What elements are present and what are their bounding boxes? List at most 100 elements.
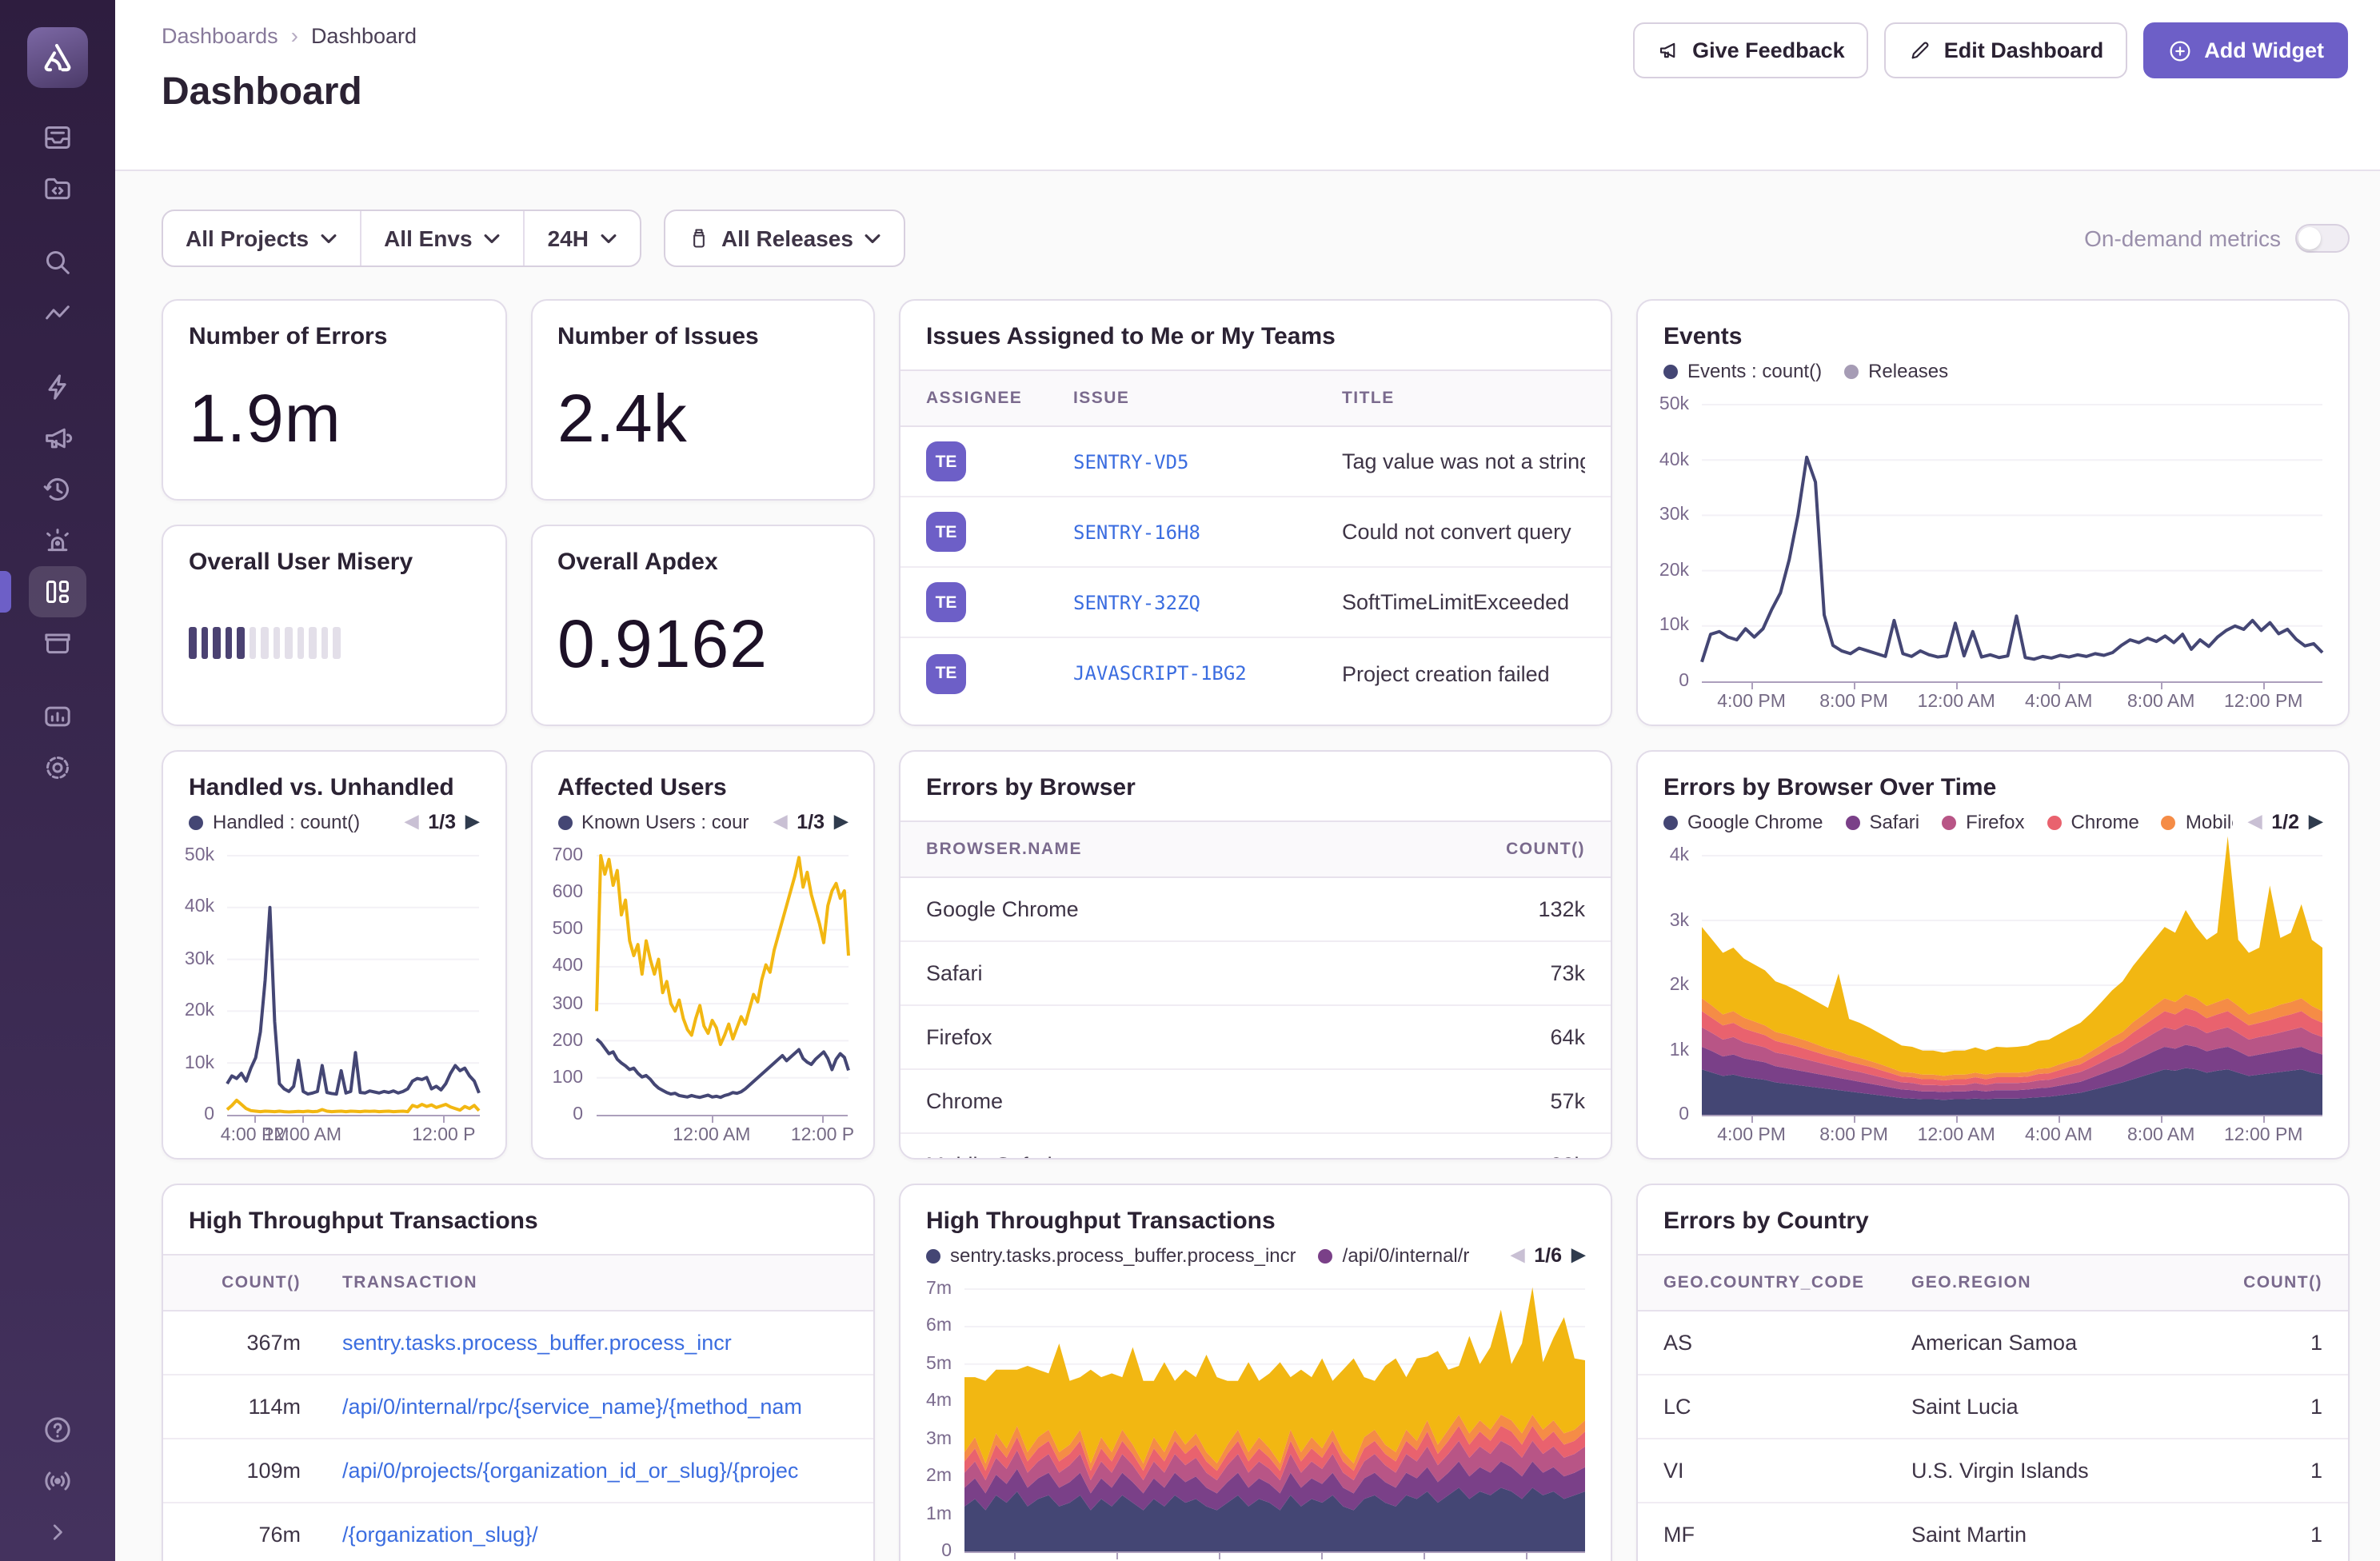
sidebar-item-alerts[interactable] [29,515,86,566]
widget-affected-users[interactable]: Affected Users Known Users : cour ◀ 1/3 … [530,750,875,1160]
widget-high-throughput-table[interactable]: High Throughput Transactions COUNT() TRA… [162,1184,875,1561]
sidebar-item-traces[interactable] [29,288,86,339]
legend-pager: ◀ 1/3 ▶ [405,811,479,833]
widget-title: Events [1663,323,1743,350]
chevron-down-icon [485,234,501,243]
sidebar-item-stats[interactable] [29,691,86,742]
legend-item-known-users[interactable]: Known Users : cour [557,811,749,833]
legend-item-firefox[interactable]: Firefox [1942,811,2025,833]
sidebar [0,0,115,1561]
sidebar-item-settings[interactable] [29,742,86,793]
widget-title: Overall Apdex [557,549,718,576]
breadcrumb-dashboards[interactable]: Dashboards [162,23,278,47]
legend-item-handled[interactable]: Handled : count() [189,811,360,833]
series-dot [1845,815,1860,829]
series-dot [1663,815,1678,829]
table-row: TE SENTRY-16H8 Could not convert query [900,497,1611,568]
legend-item-chrome[interactable]: Chrome [2047,811,2139,833]
widget-title: High Throughput Transactions [189,1208,538,1235]
environment-filter[interactable]: All Envs [361,211,525,265]
events-line-chart: 0 10k 20k 30k 40k 50k 4:00 PM 8:00 PM 12:00 AM 4:… [1638,385,2348,725]
issue-link[interactable]: SENTRY-VD5 [1073,450,1342,473]
sidebar-item-dashboards[interactable] [0,566,86,617]
active-indicator [0,571,11,613]
widget-handled-vs-unhandled[interactable]: Handled vs. Unhandled Handled : count() … [162,750,506,1160]
transaction-link[interactable]: /api/0/projects/{organization_id_or_slug… [342,1459,848,1483]
breadcrumb: Dashboards › Dashboard [162,22,417,48]
sidebar-item-replays[interactable] [29,464,86,515]
widget-number-of-errors[interactable]: Number of Errors 1.9m [162,299,506,501]
sidebar-item-issues[interactable] [29,112,86,163]
browser-over-time-stacked-chart: 0 1k 2k 3k 4k 4:00 PM 8:00 PM 12:00 AM 4:00 AM 8:… [1638,836,2348,1158]
issue-link[interactable]: SENTRY-16H8 [1073,521,1342,543]
breadcrumb-current: Dashboard [310,23,417,47]
project-filter[interactable]: All Projects [163,211,362,265]
page-title: Dashboard [162,70,362,114]
widget-events[interactable]: Events Events : count() Releases 0 10k 20k… [1636,299,2350,726]
sidebar-item-help[interactable] [29,1404,86,1455]
releases-filter[interactable]: All Releases [665,211,904,265]
edit-dashboard-button[interactable]: Edit Dashboard [1884,22,2128,78]
add-widget-button[interactable]: Add Widget [2143,22,2348,78]
sidebar-item-explore[interactable] [29,237,86,288]
issue-link[interactable]: SENTRY-32ZQ [1073,591,1342,613]
misery-bar [321,626,328,658]
siren-icon [46,529,69,552]
widget-high-throughput-chart[interactable]: High Throughput Transactions sentry.task… [899,1184,1612,1561]
give-feedback-button[interactable]: Give Feedback [1633,22,1869,78]
widget-title: Number of Issues [557,323,759,350]
header-actions: Give Feedback Edit Dashboard Add Widget [1633,22,2348,78]
sentry-logo[interactable] [27,27,88,88]
history-clock-icon [43,478,69,501]
legend-pager: ◀ 1/3 ▶ [773,811,848,833]
legend-item-safari[interactable]: Safari [1845,811,1919,833]
next-page-arrow[interactable]: ▶ [1571,1246,1585,1264]
sidebar-item-whats-new[interactable] [29,1455,86,1507]
transaction-link[interactable]: /api/0/internal/rpc/{service_name}/{meth… [342,1395,848,1419]
widget-errors-by-country[interactable]: Errors by Country GEO.COUNTRY_CODE GEO.R… [1636,1184,2350,1561]
sidebar-collapse[interactable] [29,1507,86,1558]
widget-title: Errors by Browser [926,774,1136,801]
table-row: LC Saint Lucia 1 [1638,1375,2348,1439]
page-indicator: 1/3 [428,811,457,833]
widget-errors-by-browser[interactable]: Errors by Browser BROWSER.NAME COUNT() G… [899,750,1612,1160]
on-demand-toggle[interactable] [2295,224,2350,253]
chevron-right-icon [53,1524,62,1540]
widget-apdex[interactable]: Overall Apdex 0.9162 [530,525,875,726]
sidebar-item-discover[interactable] [29,617,86,669]
big-number-value: 0.9162 [557,605,768,681]
legend-item-mobile-safari[interactable]: Mobile S [2161,811,2232,833]
issue-title: Project creation failed [1342,661,1550,685]
prev-page-arrow[interactable]: ◀ [2248,812,2262,831]
prev-page-arrow[interactable]: ◀ [773,812,787,831]
sidebar-item-insights[interactable] [29,361,86,413]
next-page-arrow[interactable]: ▶ [834,812,848,831]
prev-page-arrow[interactable]: ◀ [405,812,418,831]
transaction-link[interactable]: sentry.tasks.process_buffer.process_incr [342,1331,848,1355]
next-page-arrow[interactable]: ▶ [465,812,479,831]
misery-bar [225,626,232,658]
dashboard-content: All Projects All Envs 24H All Releases O… [115,171,2380,1561]
next-page-arrow[interactable]: ▶ [2309,812,2322,831]
series-dot [557,815,572,829]
sidebar-item-feedback[interactable] [29,413,86,464]
gear-icon [46,757,69,779]
series-dot [189,815,203,829]
legend-item-process-incr[interactable]: sentry.tasks.process_buffer.process_incr [926,1244,1296,1267]
widget-title: Errors by Browser Over Time [1663,774,1997,801]
sidebar-item-projects[interactable] [29,163,86,214]
widget-number-of-issues[interactable]: Number of Issues 2.4k [530,299,875,501]
issue-link[interactable]: JAVASCRIPT-1BG2 [1073,662,1342,685]
legend-item-google-chrome[interactable]: Google Chrome [1663,811,1823,833]
legend-item-events[interactable]: Events : count() [1663,360,1822,382]
widget-user-misery[interactable]: Overall User Misery [162,525,506,726]
prev-page-arrow[interactable]: ◀ [1511,1246,1524,1264]
legend-item-api-internal[interactable]: /api/0/internal/r [1318,1244,1469,1267]
widget-issues-assigned[interactable]: Issues Assigned to Me or My Teams ASSIGN… [899,299,1612,726]
widget-errors-by-browser-over-time[interactable]: Errors by Browser Over Time Google Chrom… [1636,750,2350,1160]
series-dot [926,1248,940,1263]
legend-item-releases[interactable]: Releases [1844,360,1948,382]
transaction-link[interactable]: /{organization_slug}/ [342,1523,848,1547]
date-range-filter[interactable]: 24H [525,211,640,265]
table-header: GEO.COUNTRY_CODE GEO.REGION COUNT() [1638,1254,2348,1311]
